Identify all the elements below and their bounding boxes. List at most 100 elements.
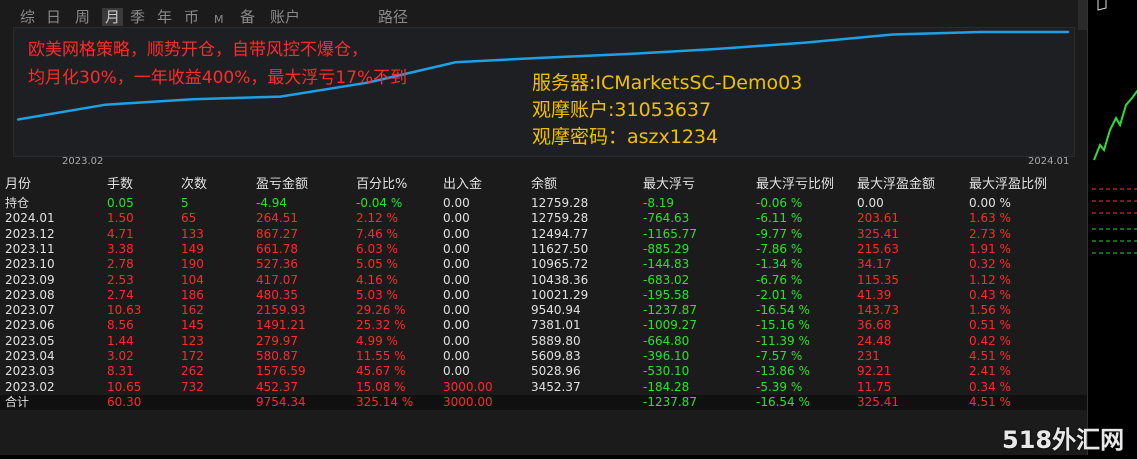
cell-fpp: 0.00 % bbox=[969, 196, 1011, 210]
cell-ddp: -6.76 % bbox=[756, 272, 803, 287]
balance-point-9 bbox=[804, 41, 807, 44]
cell-fpp: 0.32 % bbox=[969, 257, 1011, 272]
table-row: 2023.08 2.74 186 480.35 5.03 % 0.00 10021.29 -1… bbox=[0, 288, 1087, 303]
cell-m: 2023.02 bbox=[5, 379, 55, 394]
cell-fp: 36.68 bbox=[857, 318, 892, 333]
cell-ddp: -7.57 % bbox=[756, 349, 803, 363]
position-row: 持仓 0.05 5 -4.94 -0.04 % 0.00 12759.28 -8.19 -0.0… bbox=[0, 196, 1087, 211]
cell-m: 2023.08 bbox=[5, 287, 55, 302]
cell-io: 0.00 bbox=[443, 226, 470, 241]
cell-lots: 10.65 bbox=[107, 379, 142, 394]
cell-bal: 7381.01 bbox=[531, 318, 581, 333]
column-header: 百分比% bbox=[356, 177, 408, 192]
cell-pct: 5.05 % bbox=[356, 257, 398, 272]
cell-bal: 5028.96 bbox=[531, 364, 581, 379]
cell-cnt: 104 bbox=[181, 272, 204, 287]
cell-pct: 25.32 % bbox=[356, 318, 406, 333]
cell-bal: 5609.83 bbox=[531, 349, 581, 363]
cell-pct: -0.04 % bbox=[356, 196, 403, 210]
cell-pl: 417.07 bbox=[256, 272, 298, 287]
table-row: 2024.01 1.50 65 264.51 2.12 % 0.00 12759.28 -76… bbox=[0, 211, 1087, 226]
cell-m: 持仓 bbox=[5, 196, 30, 210]
tab-10[interactable]: 路径 bbox=[378, 8, 408, 26]
cell-cnt: 172 bbox=[181, 349, 204, 363]
scroll-handle[interactable] bbox=[1078, 0, 1087, 30]
tab-6[interactable]: 币 bbox=[184, 8, 199, 26]
cell-dd: -764.63 bbox=[643, 211, 690, 226]
cell-fpp: 2.73 % bbox=[969, 226, 1011, 241]
balance-point-2 bbox=[191, 98, 195, 101]
cell-lots: 8.31 bbox=[107, 364, 134, 379]
table-row: 2023.04 3.02 172 580.87 11.55 % 0.00 5609.83 -3… bbox=[0, 349, 1087, 364]
cell-ddp: -2.01 % bbox=[756, 287, 803, 302]
cell-dd: -144.83 bbox=[643, 257, 690, 272]
cell-fp: 24.48 bbox=[857, 333, 892, 348]
cell-ddp: -9.77 % bbox=[756, 226, 803, 241]
side-price-chart bbox=[1087, 0, 1137, 455]
tab-5[interactable]: 年 bbox=[157, 8, 172, 26]
cell-pl: 2159.93 bbox=[256, 303, 306, 318]
cell-ddp: -0.06 % bbox=[756, 196, 803, 210]
table-row: 2023.09 2.53 104 417.07 4.16 % 0.00 10438.36 -6… bbox=[0, 273, 1087, 288]
cell-pl: 527.36 bbox=[256, 257, 298, 272]
cell-fp: 0.00 bbox=[857, 196, 884, 210]
cell-lots: 8.56 bbox=[107, 318, 134, 333]
cell-cnt: 5 bbox=[181, 196, 189, 210]
tab-4[interactable]: 季 bbox=[130, 8, 145, 26]
balance-point-7 bbox=[629, 52, 632, 56]
cell-io: 0.00 bbox=[443, 211, 470, 226]
tab-3[interactable]: 月 bbox=[102, 8, 124, 26]
tab-9[interactable]: 账户 bbox=[270, 8, 300, 26]
balance-point-8 bbox=[716, 47, 720, 51]
cell-cnt: 262 bbox=[181, 364, 204, 379]
tab-2[interactable]: 周 bbox=[75, 8, 90, 26]
cell-lots: 4.71 bbox=[107, 226, 134, 241]
cell-cnt: 732 bbox=[181, 379, 204, 394]
cell-fpp: 1.91 % bbox=[969, 241, 1011, 256]
cell-bal: 10438.36 bbox=[531, 272, 589, 287]
cell-pl: 480.35 bbox=[256, 287, 298, 302]
x-axis-start-label: 2023.02 bbox=[62, 156, 104, 167]
cell-m: 2023.12 bbox=[5, 226, 55, 241]
cell-pl: -4.94 bbox=[256, 196, 288, 210]
cell-pct: 7.46 % bbox=[356, 226, 398, 241]
cell-fp: 215.63 bbox=[857, 241, 899, 256]
cell-dd: -530.10 bbox=[643, 364, 690, 379]
table-row: 2023.06 8.56 145 1491.21 25.32 % 0.00 7381.01 -… bbox=[0, 318, 1087, 333]
tab-8[interactable]: 备 bbox=[240, 8, 255, 26]
account-info: 观摩账户:31053637 bbox=[532, 99, 712, 121]
cell-lots: 2.74 bbox=[107, 287, 134, 302]
cell-lots: 2.78 bbox=[107, 257, 134, 272]
cell-io: 0.00 bbox=[443, 196, 470, 210]
cell-bal: 9540.94 bbox=[531, 303, 581, 318]
cell-cnt: 145 bbox=[181, 318, 204, 333]
cell-bal: 12759.28 bbox=[531, 211, 589, 226]
cell-fp: 203.61 bbox=[857, 211, 899, 226]
cell-cnt: 162 bbox=[181, 303, 204, 318]
tab-0[interactable]: 综 bbox=[20, 8, 35, 26]
cell-pl: 661.78 bbox=[256, 241, 298, 256]
cell-dd: -683.02 bbox=[643, 272, 690, 287]
cell-m: 2023.11 bbox=[5, 241, 55, 256]
cell-dd: -885.29 bbox=[643, 241, 690, 256]
balance-point-10 bbox=[891, 33, 895, 36]
cell-m: 2023.06 bbox=[5, 318, 55, 333]
column-header: 盈亏金额 bbox=[256, 177, 309, 192]
cell-pct: 325.14 % bbox=[356, 394, 414, 409]
cell-pct: 6.03 % bbox=[356, 241, 398, 256]
cell-lots: 3.02 bbox=[107, 349, 134, 363]
tab-1[interactable]: 日 bbox=[46, 8, 61, 26]
cell-cnt: 133 bbox=[181, 226, 204, 241]
cell-io: 3000.00 bbox=[443, 394, 493, 409]
cell-lots: 60.30 bbox=[107, 394, 142, 409]
cell-bal: 11627.50 bbox=[531, 241, 589, 256]
cell-io: 0.00 bbox=[443, 287, 470, 302]
table-row: 2023.10 2.78 190 527.36 5.05 % 0.00 10965.72 -1… bbox=[0, 257, 1087, 272]
cell-fpp: 0.51 % bbox=[969, 318, 1011, 333]
balance-point-6 bbox=[541, 56, 545, 59]
cell-cnt: 149 bbox=[181, 241, 204, 256]
cell-ddp: -5.39 % bbox=[756, 379, 803, 394]
cell-io: 0.00 bbox=[443, 318, 470, 333]
cell-ddp: -16.54 % bbox=[756, 303, 810, 318]
column-header: 手数 bbox=[107, 177, 134, 192]
